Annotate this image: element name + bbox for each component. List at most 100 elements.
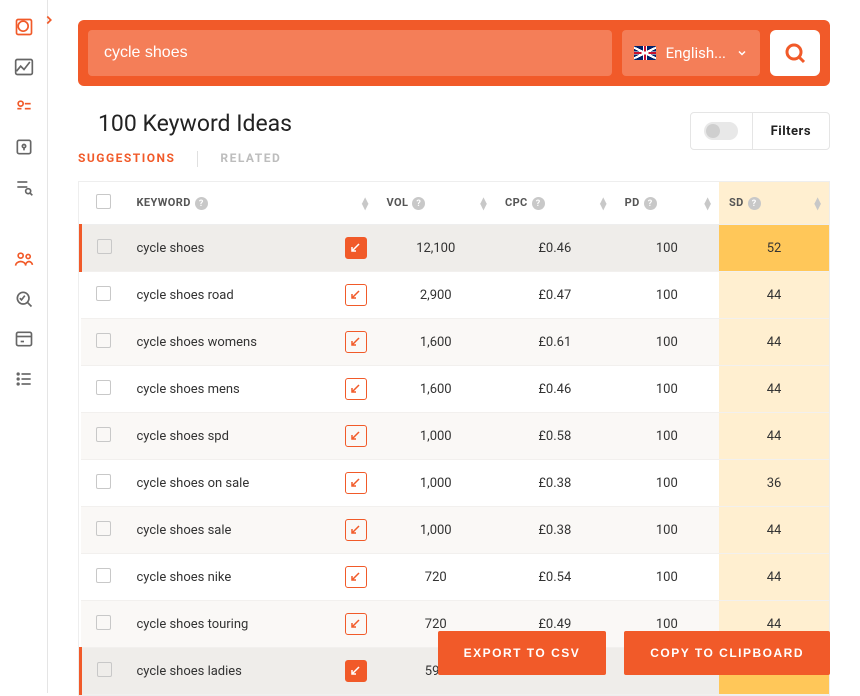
row-checkbox[interactable]	[97, 239, 112, 254]
footer-actions: EXPORT TO CSV COPY TO CLIPBOARD	[438, 631, 830, 675]
expand-keyword-button[interactable]	[345, 331, 367, 353]
col-sd[interactable]: SD? ▴▾	[719, 182, 829, 225]
expand-keyword-button[interactable]	[345, 472, 367, 494]
keyword-text: cycle shoes womens	[137, 335, 257, 350]
keyword-text: cycle shoes mens	[137, 382, 240, 397]
expand-keyword-button[interactable]	[345, 425, 367, 447]
vol-cell: 1,000	[377, 460, 495, 507]
sort-icon[interactable]: ▴▾	[600, 197, 606, 209]
keyword-text: cycle shoes nike	[137, 570, 232, 585]
keyword-text: cycle shoes	[137, 241, 205, 256]
expand-keyword-button[interactable]	[345, 660, 367, 682]
cpc-cell: £0.47	[495, 272, 615, 319]
analytics-icon[interactable]	[13, 56, 35, 78]
row-checkbox[interactable]	[97, 662, 112, 677]
row-checkbox[interactable]	[96, 521, 111, 536]
sd-cell: 44	[719, 319, 829, 366]
dashboard-icon[interactable]	[13, 16, 35, 38]
table-row[interactable]: cycle shoes nike720£0.5410044	[81, 554, 830, 601]
help-icon[interactable]: ?	[412, 197, 425, 210]
col-check[interactable]	[81, 182, 127, 225]
keyword-text: cycle shoes touring	[137, 617, 249, 632]
sd-cell: 44	[719, 507, 829, 554]
sd-cell: 44	[719, 366, 829, 413]
sort-icon[interactable]: ▴▾	[362, 197, 368, 209]
pd-cell: 100	[615, 225, 719, 272]
filters-toggle[interactable]	[691, 113, 753, 149]
pd-cell: 100	[615, 272, 719, 319]
sort-icon[interactable]: ▴▾	[481, 197, 487, 209]
table-row[interactable]: cycle shoes on sale 1,000£0.3810036	[81, 460, 830, 507]
table-row[interactable]: cycle shoes sale1,000£0.3810044	[81, 507, 830, 554]
monitor-icon[interactable]	[13, 288, 35, 310]
expand-keyword-button[interactable]	[345, 519, 367, 541]
chevron-down-icon	[736, 47, 748, 59]
keyword-text: cycle shoes road	[137, 288, 234, 303]
users-icon[interactable]	[13, 248, 35, 270]
sort-icon[interactable]: ▴▾	[815, 197, 821, 209]
tab-suggestions[interactable]: SUGGESTIONS	[78, 151, 175, 167]
row-checkbox[interactable]	[96, 380, 111, 395]
sort-icon[interactable]: ▴▾	[705, 197, 711, 209]
help-icon[interactable]: ?	[532, 197, 545, 210]
table-row[interactable]: cycle shoes womens1,600£0.6110044	[81, 319, 830, 366]
row-checkbox[interactable]	[96, 568, 111, 583]
language-select[interactable]: English...	[622, 30, 760, 76]
location-icon[interactable]	[13, 136, 35, 158]
sd-cell: 44	[719, 554, 829, 601]
search-button[interactable]	[770, 30, 820, 76]
search-input[interactable]	[88, 30, 612, 76]
col-vol[interactable]: VOL? ▴▾	[377, 182, 495, 225]
cpc-cell: £0.61	[495, 319, 615, 366]
collapse-sidebar-icon[interactable]	[42, 12, 60, 30]
row-checkbox[interactable]	[96, 615, 111, 630]
expand-keyword-button[interactable]	[345, 566, 367, 588]
vol-cell: 12,100	[377, 225, 495, 272]
vol-cell: 1,000	[377, 507, 495, 554]
help-icon[interactable]: ?	[644, 197, 657, 210]
expand-keyword-button[interactable]	[345, 378, 367, 400]
col-keyword[interactable]: KEYWORD? ▴▾	[127, 182, 377, 225]
pd-cell: 100	[615, 413, 719, 460]
col-pd[interactable]: PD? ▴▾	[615, 182, 719, 225]
table-row[interactable]: cycle shoes mens1,600£0.4610044	[81, 366, 830, 413]
keyword-text: cycle shoes ladies	[137, 664, 242, 679]
row-checkbox[interactable]	[96, 333, 111, 348]
page-title: 100 Keyword Ideas	[98, 110, 292, 137]
vol-cell: 720	[377, 554, 495, 601]
cpc-cell: £0.46	[495, 366, 615, 413]
insights-icon[interactable]	[13, 96, 35, 118]
row-checkbox[interactable]	[96, 474, 111, 489]
expand-keyword-button[interactable]	[345, 613, 367, 635]
browser-icon[interactable]	[13, 328, 35, 350]
help-icon[interactable]: ?	[748, 197, 761, 210]
keyword-text: cycle shoes on sale	[137, 476, 250, 491]
table-row[interactable]: cycle shoes spd1,000£0.5810044	[81, 413, 830, 460]
filters-label[interactable]: Filters	[753, 124, 829, 139]
pd-cell: 100	[615, 460, 719, 507]
col-cpc[interactable]: CPC? ▴▾	[495, 182, 615, 225]
tab-related[interactable]: RELATED	[220, 151, 281, 167]
search-bar: English...	[78, 20, 830, 86]
tab-separator	[197, 151, 198, 167]
cpc-cell: £0.38	[495, 460, 615, 507]
table-row[interactable]: cycle shoes12,100£0.4610052	[81, 225, 830, 272]
row-checkbox[interactable]	[96, 427, 111, 442]
export-csv-button[interactable]: EXPORT TO CSV	[438, 631, 607, 675]
copy-clipboard-button[interactable]: COPY TO CLIPBOARD	[624, 631, 830, 675]
expand-keyword-button[interactable]	[345, 284, 367, 306]
help-icon[interactable]: ?	[195, 197, 208, 210]
table-row[interactable]: cycle shoes road2,900£0.4710044	[81, 272, 830, 319]
pd-cell: 100	[615, 507, 719, 554]
list-icon[interactable]	[13, 368, 35, 390]
uk-flag-icon	[634, 46, 656, 60]
cpc-cell: £0.58	[495, 413, 615, 460]
row-checkbox[interactable]	[96, 286, 111, 301]
vol-cell: 1,600	[377, 366, 495, 413]
sd-cell: 36	[719, 460, 829, 507]
keyword-table: KEYWORD? ▴▾ VOL? ▴▾ CPC? ▴▾ PD?	[78, 181, 830, 696]
keyword-text: cycle shoes spd	[137, 429, 229, 444]
filters-control: Filters	[690, 112, 830, 150]
search-list-icon[interactable]	[13, 176, 35, 198]
expand-keyword-button[interactable]	[345, 237, 367, 259]
